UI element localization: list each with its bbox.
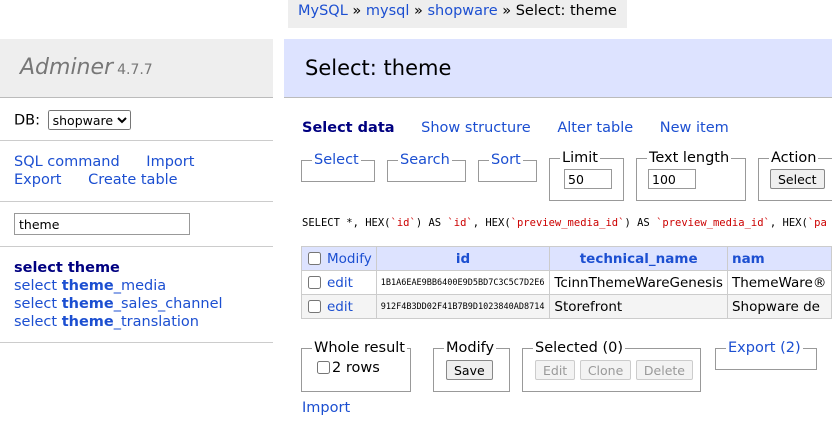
breadcrumb-separator: » [414,3,423,19]
table-list-item[interactable]: select theme [14,259,273,277]
command-links: SQL command Import Export Create table [0,141,273,202]
selected-fieldset: Selected (0) Edit Clone Delete [522,340,701,392]
table-row: edit 1B1A6EAE9BB6400E9D5BD7C3C5C7D2E6 Tc… [301,270,832,295]
table-list: select theme select theme_media select t… [0,247,273,343]
cell-id[interactable]: 1B1A6EAE9BB6400E9D5BD7C3C5C7D2E6 [375,270,551,295]
sql-query[interactable]: SELECT *, HEX(`id`) AS `id`, HEX(`previe… [302,217,827,229]
tab-select-data: Select data [302,120,395,136]
table-link-theme[interactable]: select theme [14,260,120,276]
table-list-item[interactable]: select theme_media [14,277,273,295]
text-length-input[interactable] [648,169,696,189]
export-link[interactable]: Export [14,172,61,188]
all-rows-checkbox[interactable] [317,361,330,374]
row-checkbox[interactable] [308,275,321,289]
table-list-item[interactable]: select theme_translation [14,313,273,331]
edit-row-link[interactable]: edit [327,299,353,315]
db-select[interactable]: shopware [47,110,131,130]
search-toggle-link[interactable]: Search [400,152,450,168]
sql-command-link[interactable]: SQL command [14,154,120,170]
row-checkbox[interactable] [308,299,321,313]
cell-technical-name[interactable]: Storefront [549,294,728,319]
data-table: Modify id technical_name nam edit 1B1A6E… [301,246,832,319]
select-fieldset: Select [301,152,375,182]
cell-id[interactable]: 912F4B3DD02F41B7B9D1023840AD8714 [375,294,551,319]
row-actions-cell: edit [301,294,377,319]
whole-result-label: Whole result [314,340,405,356]
action-label: Action [771,150,817,166]
breadcrumb-separator: » [502,3,512,19]
column-header-technical-name[interactable]: technical_name [549,246,728,271]
cell-name[interactable]: ThemeWare® [726,270,832,295]
db-label: DB: [14,112,40,129]
export-toggle-link[interactable]: Export (2) [728,340,801,356]
logo[interactable]: Adminer 4.7.7 [0,39,273,98]
whole-result-fieldset: Whole result 2 rows [301,340,411,392]
delete-selected-button[interactable]: Delete [635,360,693,380]
cell-name[interactable]: Shopware de [726,294,832,319]
page-title: Select: theme [284,39,832,98]
breadcrumb-mysql-driver[interactable]: MySQL [298,3,348,19]
search-fieldset: Search [387,152,466,182]
import-link-sidebar[interactable]: Import [146,154,194,170]
row-actions-cell: edit [301,270,377,295]
modify-fieldset: Modify Save [433,340,510,392]
selected-label: Selected (0) [535,340,624,356]
table-filter-input[interactable] [14,213,190,235]
action-fieldset: Action Select [758,150,832,201]
tab-new-item[interactable]: New item [660,120,729,136]
breadcrumb-server[interactable]: mysql [366,3,410,19]
table-tabs: Select data Show structure Alter table N… [302,120,751,136]
clone-selected-button[interactable]: Clone [579,360,632,380]
sidebar: Adminer 4.7.7 DB: shopware SQL command Im… [0,0,273,426]
table-link-theme-sales-channel[interactable]: select theme_sales_channel [14,296,223,312]
import-link[interactable]: Import [302,400,350,416]
table-link-theme-translation[interactable]: select theme_translation [14,314,199,330]
text-length-label: Text length [649,150,730,166]
tab-alter-table[interactable]: Alter table [557,120,633,136]
select-all-checkbox[interactable] [308,251,321,265]
table-filter [0,202,273,247]
modify-header[interactable]: Modify [301,246,377,271]
create-table-link[interactable]: Create table [88,172,178,188]
breadcrumb: MySQL » mysql » shopware » Select: theme [288,0,627,28]
column-header-id[interactable]: id [375,246,551,271]
modify-label: Modify [446,340,495,356]
edit-selected-button[interactable]: Edit [535,360,576,380]
main-content: Select: theme Select data Show structure… [284,39,832,426]
table-row: edit 912F4B3DD02F41B7B9D1023840AD8714 St… [301,294,832,319]
select-submit-button[interactable]: Select [770,169,825,189]
tab-show-structure[interactable]: Show structure [421,120,531,136]
table-link-theme-media[interactable]: select theme_media [14,278,166,294]
table-list-item[interactable]: select theme_sales_channel [14,295,273,313]
breadcrumb-current: Select: theme [515,3,617,19]
edit-row-link[interactable]: edit [327,275,353,291]
table-header-row: Modify id technical_name nam [301,246,832,271]
logo-name[interactable]: Adminer [20,55,113,80]
column-header-name[interactable]: nam [726,246,832,271]
save-button[interactable]: Save [446,360,493,380]
breadcrumb-database[interactable]: shopware [427,3,497,19]
logo-version: 4.7.7 [117,62,153,78]
modify-header-label[interactable]: Modify [327,251,372,267]
breadcrumb-separator: » [352,3,362,19]
sort-toggle-link[interactable]: Sort [491,152,521,168]
limit-fieldset: Limit [549,150,624,201]
database-selector: DB: shopware [0,98,273,141]
cell-technical-name[interactable]: TcinnThemeWareGenesis [549,270,728,295]
limit-input[interactable] [564,169,612,189]
all-rows-option[interactable]: 2 rows [302,356,410,376]
select-toggle-link[interactable]: Select [314,152,359,168]
export-fieldset: Export (2) [715,340,817,370]
limit-label: Limit [562,150,598,166]
sort-fieldset: Sort [478,152,537,182]
text-length-fieldset: Text length [636,150,746,201]
rows-count-label[interactable]: 2 rows [332,360,380,376]
